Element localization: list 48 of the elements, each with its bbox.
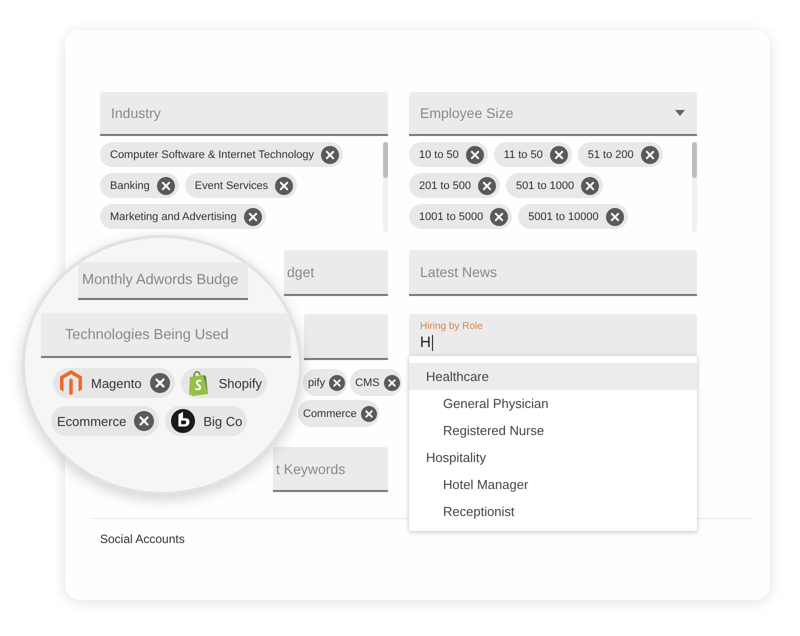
remove-icon[interactable]: [466, 146, 484, 164]
chip: Magento: [53, 368, 175, 398]
chip: 501 to 1000: [506, 173, 604, 198]
scrollbar[interactable]: [692, 142, 697, 232]
remove-icon[interactable]: [156, 176, 175, 194]
chip: 11 to 50: [494, 142, 572, 167]
chip: Commerce: [298, 400, 379, 427]
remove-icon[interactable]: [384, 374, 400, 390]
remove-icon[interactable]: [478, 176, 496, 194]
chip: Big Co: [165, 406, 248, 436]
chip: Ecommerce: [51, 406, 160, 436]
dropdown-caret-icon: [675, 110, 685, 116]
remove-icon[interactable]: [150, 373, 170, 393]
input-field[interactable]: [304, 314, 388, 360]
remove-icon[interactable]: [606, 208, 624, 226]
menu-option[interactable]: Hotel Manager: [409, 471, 697, 498]
remove-icon[interactable]: [244, 208, 262, 226]
shopping-bag-icon: [186, 370, 211, 396]
hexagon-logo-icon: [59, 370, 83, 396]
remove-icon[interactable]: [321, 146, 340, 164]
chip: 5001 to 10000: [518, 204, 628, 229]
menu-option[interactable]: Registered Nurse: [409, 417, 697, 444]
menu-option[interactable]: Hospitality: [409, 444, 697, 471]
remove-icon[interactable]: [360, 406, 377, 422]
chip: 10 to 50: [409, 142, 488, 167]
remove-icon[interactable]: [581, 176, 600, 194]
menu-option[interactable]: Receptionist: [409, 498, 697, 525]
chip: Computer Software & Internet Technology: [100, 142, 344, 167]
chip: Shopify: [180, 368, 267, 398]
remove-icon[interactable]: [134, 411, 154, 431]
chip: Banking: [100, 173, 179, 198]
scrollbar[interactable]: [383, 142, 388, 232]
chip: 1001 to 5000: [409, 204, 512, 229]
remove-icon[interactable]: [490, 208, 508, 226]
remove-icon[interactable]: [550, 146, 568, 164]
chip: pify: [303, 369, 348, 396]
chip: Event Services: [184, 173, 298, 198]
remove-icon[interactable]: [640, 146, 659, 164]
menu-option[interactable]: Healthcare: [409, 363, 697, 390]
chip: CMS: [350, 369, 402, 396]
chip: Marketing and Advertising: [100, 204, 266, 229]
remove-icon[interactable]: [329, 374, 346, 390]
round-logo-icon: [171, 408, 196, 434]
chip: 51 to 200: [578, 142, 663, 167]
menu-option[interactable]: General Physician: [409, 390, 697, 417]
remove-icon[interactable]: [275, 176, 294, 194]
chip: 201 to 500: [409, 173, 500, 198]
section-heading: Social Accounts: [100, 532, 186, 546]
